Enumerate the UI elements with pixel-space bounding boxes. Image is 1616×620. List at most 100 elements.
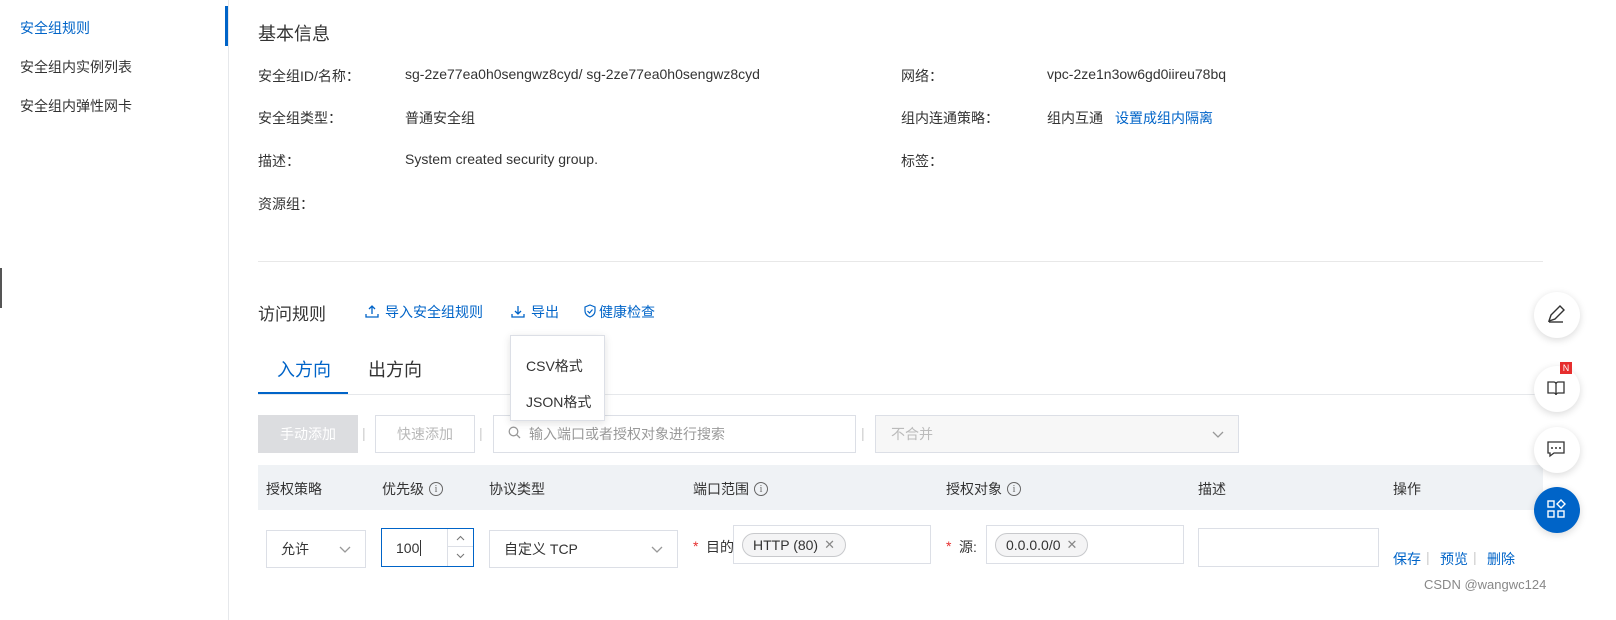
col-priority: 优先级 i bbox=[382, 479, 443, 499]
source-label: 源: bbox=[959, 539, 977, 555]
import-rules-button[interactable]: 导入安全组规则 bbox=[365, 302, 483, 322]
sidebar-item-security-group-rules[interactable]: 安全组规则 bbox=[20, 18, 90, 38]
network-label: 网络： bbox=[901, 68, 943, 84]
save-button[interactable]: 保存 bbox=[1393, 549, 1421, 569]
info-icon[interactable]: i bbox=[429, 482, 443, 496]
desc-value: System created security group. bbox=[405, 151, 598, 167]
protocol-select[interactable]: 自定义 TCP bbox=[489, 530, 678, 568]
chevron-down-icon bbox=[339, 541, 351, 557]
tabs-baseline bbox=[258, 394, 1543, 395]
search-icon bbox=[508, 426, 521, 442]
sg-type-label: 安全组类型： bbox=[258, 110, 342, 126]
apps-grid-icon bbox=[1546, 498, 1566, 522]
sidebar-active-indicator bbox=[225, 6, 228, 46]
stepper-down-icon[interactable] bbox=[448, 547, 473, 565]
edit-float-button[interactable] bbox=[1534, 292, 1580, 338]
network-value: vpc-2ze1n3ow6gd0iireu78bq bbox=[1047, 66, 1227, 82]
export-json-option[interactable]: JSON格式 bbox=[526, 392, 591, 412]
port-tag-label: HTTP (80) bbox=[753, 537, 819, 553]
export-label: 导出 bbox=[531, 304, 559, 320]
col-actions: 操作 bbox=[1393, 481, 1421, 497]
close-icon[interactable]: ✕ bbox=[824, 537, 835, 553]
access-rules-title: 访问规则 bbox=[258, 305, 326, 324]
source-tag: 0.0.0.0/0 ✕ bbox=[995, 533, 1089, 557]
export-csv-option[interactable]: CSV格式 bbox=[526, 356, 583, 376]
stepper-up-icon[interactable] bbox=[448, 529, 473, 547]
new-badge: N bbox=[1560, 362, 1572, 374]
rules-table-header: 授权策略 优先级 i 协议类型 端口范围 i 授权对象 i 描述 操作 bbox=[258, 465, 1543, 510]
chevron-down-icon bbox=[651, 541, 663, 557]
policy-label: 组内连通策略： bbox=[901, 110, 999, 126]
preview-button[interactable]: 预览 bbox=[1440, 549, 1468, 569]
sidebar-collapse-handle[interactable] bbox=[0, 268, 2, 308]
sg-type-value: 普通安全组 bbox=[405, 110, 475, 126]
sg-id-value: sg-2ze77ea0h0sengwz8cyd/ sg-2ze77ea0h0se… bbox=[405, 66, 760, 82]
source-tag-label: 0.0.0.0/0 bbox=[1006, 537, 1061, 553]
priority-input[interactable]: 100 bbox=[381, 528, 474, 567]
chevron-down-icon bbox=[1212, 426, 1224, 442]
sg-id-label: 安全组ID/名称： bbox=[258, 68, 360, 84]
chat-float-button[interactable] bbox=[1534, 427, 1580, 473]
shield-check-icon bbox=[583, 303, 597, 321]
auth-object-input[interactable]: 0.0.0.0/0 ✕ bbox=[986, 525, 1184, 564]
action-separator: | bbox=[1426, 549, 1430, 565]
merge-select[interactable]: 不合并 bbox=[875, 415, 1239, 453]
col-port-range: 端口范围 i bbox=[693, 479, 768, 499]
quick-add-button[interactable]: 快速添加 bbox=[375, 415, 475, 453]
toolbar-separator: | bbox=[861, 425, 865, 441]
export-button[interactable]: 导出 bbox=[511, 302, 559, 322]
policy-select-value: 允许 bbox=[281, 541, 309, 557]
sidebar-item-instance-list[interactable]: 安全组内实例列表 bbox=[20, 57, 132, 77]
tab-inbound[interactable]: 入方向 bbox=[277, 356, 331, 382]
import-rules-label: 导入安全组规则 bbox=[385, 304, 483, 320]
sidebar-item-eni[interactable]: 安全组内弹性网卡 bbox=[20, 96, 132, 116]
docs-float-button[interactable] bbox=[1534, 366, 1580, 412]
section-divider bbox=[258, 261, 1543, 262]
col-protocol: 协议类型 bbox=[489, 481, 545, 497]
download-icon bbox=[511, 304, 525, 321]
manual-add-button[interactable]: 手动添加 bbox=[258, 415, 358, 453]
policy-select[interactable]: 允许 bbox=[266, 530, 366, 568]
upload-icon bbox=[365, 304, 379, 321]
book-icon bbox=[1546, 378, 1566, 401]
export-format-menu: CSV格式 JSON格式 bbox=[510, 335, 605, 421]
main-content: 基本信息 安全组ID/名称： sg-2ze77ea0h0sengwz8cyd/ … bbox=[258, 0, 1616, 620]
active-tab-indicator bbox=[258, 392, 348, 394]
merge-select-value: 不合并 bbox=[891, 426, 933, 442]
col-policy: 授权策略 bbox=[266, 481, 322, 497]
col-description: 描述 bbox=[1198, 481, 1226, 497]
apps-float-button[interactable] bbox=[1534, 487, 1580, 533]
port-tag: HTTP (80) ✕ bbox=[742, 533, 846, 557]
priority-value: 100 bbox=[396, 539, 420, 556]
priority-stepper[interactable] bbox=[447, 529, 473, 566]
toolbar-separator: | bbox=[362, 425, 366, 441]
set-isolation-link[interactable]: 设置成组内隔离 bbox=[1115, 108, 1213, 128]
col-auth-object: 授权对象 i bbox=[946, 479, 1021, 499]
tags-label: 标签： bbox=[901, 153, 943, 169]
required-mark: * bbox=[946, 538, 952, 554]
tab-outbound[interactable]: 出方向 bbox=[368, 356, 422, 382]
text-cursor bbox=[420, 539, 422, 556]
pencil-icon bbox=[1546, 304, 1566, 327]
close-icon[interactable]: ✕ bbox=[1067, 537, 1078, 553]
port-range-input[interactable]: HTTP (80) ✕ bbox=[733, 525, 931, 564]
required-mark: * bbox=[693, 538, 699, 554]
health-check-button[interactable]: 健康检查 bbox=[583, 302, 655, 322]
basic-info-title: 基本信息 bbox=[258, 24, 330, 44]
policy-value: 组内互通 bbox=[1047, 110, 1103, 126]
chat-icon bbox=[1546, 439, 1566, 462]
toolbar-separator: | bbox=[479, 425, 483, 441]
action-separator: | bbox=[1473, 549, 1477, 565]
sidebar: 安全组规则 安全组内实例列表 安全组内弹性网卡 bbox=[0, 0, 229, 620]
health-check-label: 健康检查 bbox=[599, 304, 655, 320]
info-icon[interactable]: i bbox=[754, 482, 768, 496]
delete-button[interactable]: 删除 bbox=[1487, 549, 1515, 569]
description-input[interactable] bbox=[1198, 528, 1379, 567]
port-dest-label: 目的 bbox=[706, 539, 734, 555]
resource-group-label: 资源组： bbox=[258, 196, 314, 212]
watermark: CSDN @wangwc124 bbox=[1424, 577, 1547, 592]
protocol-select-value: 自定义 TCP bbox=[504, 541, 578, 557]
info-icon[interactable]: i bbox=[1007, 482, 1021, 496]
search-placeholder: 输入端口或者授权对象进行搜索 bbox=[529, 426, 725, 442]
desc-label: 描述： bbox=[258, 153, 300, 169]
